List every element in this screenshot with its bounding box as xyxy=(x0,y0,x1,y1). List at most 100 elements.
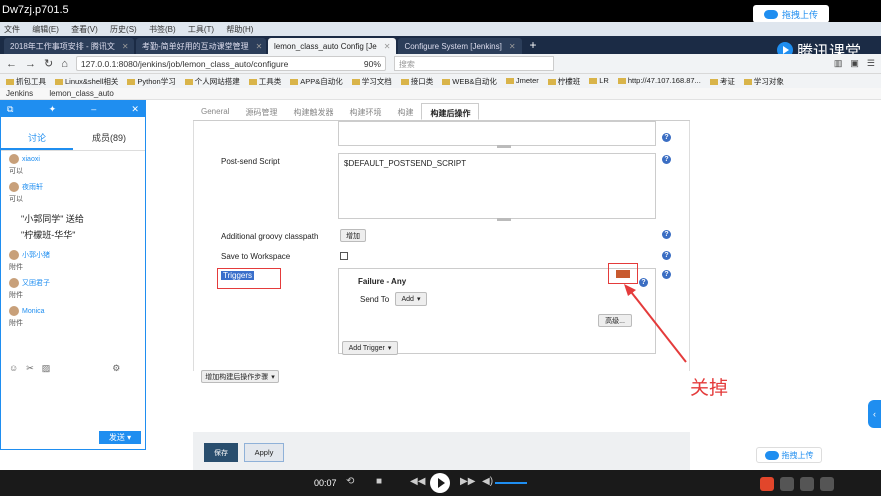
save-button[interactable]: 保存 xyxy=(204,443,238,462)
rewind-icon[interactable]: ◀◀ xyxy=(410,476,425,487)
volume-icon[interactable]: ◀) xyxy=(482,476,493,487)
tab-post-build[interactable]: 构建后操作 xyxy=(421,103,480,120)
close-icon[interactable]: ✕ xyxy=(384,42,391,51)
scissors-icon[interactable]: ✂ xyxy=(26,363,34,374)
bookmark[interactable]: 柠檬班 xyxy=(548,76,581,86)
bookmark[interactable]: 工具类 xyxy=(249,76,282,86)
expand-arrow-icon[interactable]: ‹ xyxy=(868,400,881,428)
sidebar-icon[interactable]: ▣ xyxy=(850,58,859,69)
help-icon[interactable]: ? xyxy=(662,230,671,239)
close-icon[interactable]: ✕ xyxy=(509,42,516,51)
minimize-icon[interactable]: – xyxy=(91,104,96,114)
search-input[interactable]: 搜索 xyxy=(393,56,554,71)
resize-handle[interactable] xyxy=(497,218,511,221)
bookmark[interactable]: 学习文档 xyxy=(352,76,392,86)
bookmark[interactable]: 接口类 xyxy=(401,76,434,86)
add-recipient-button[interactable]: Add ▾ xyxy=(395,292,427,306)
tab-discuss[interactable]: 讨论 xyxy=(1,125,73,150)
chat-message: 又困君子 附件 xyxy=(1,275,145,303)
mic-icon[interactable] xyxy=(780,477,794,491)
back-icon[interactable]: ← xyxy=(6,58,17,70)
breadcrumb-job[interactable]: lemon_class_auto xyxy=(49,89,113,98)
resize-handle[interactable] xyxy=(497,145,511,148)
tab-jenkins-config[interactable]: lemon_class_auto Config [Je ✕ xyxy=(268,38,397,54)
tab-attendance[interactable]: 考勤-简单好用的互动课堂管理 ✕ xyxy=(136,38,266,54)
bookmark[interactable]: 考证 xyxy=(710,76,735,86)
reload-icon[interactable]: ↻ xyxy=(44,57,53,70)
breadcrumb-jenkins[interactable]: Jenkins xyxy=(6,89,33,98)
chat-username[interactable]: 小郭小猪 xyxy=(22,250,50,260)
bookmark[interactable]: APP&自动化 xyxy=(290,76,343,86)
help-icon[interactable]: ? xyxy=(662,270,671,279)
address-bar[interactable]: 127.0.0.1:8080/jenkins/job/lemon_class_a… xyxy=(75,56,386,71)
tab-members[interactable]: 成员(89) xyxy=(73,125,145,150)
trigger-title: Failure - Any xyxy=(358,277,407,286)
upload-button[interactable]: 拖拽上传 xyxy=(753,5,829,23)
bookmark[interactable]: http://47.107.168.87... xyxy=(618,76,701,86)
bookmark[interactable]: LR xyxy=(589,76,609,86)
menu-item[interactable]: 历史(S) xyxy=(110,25,137,34)
add-trigger-button[interactable]: Add Trigger ▾ xyxy=(342,341,398,355)
add-post-build-step-button[interactable]: 增加构建后操作步骤 ▾ xyxy=(201,370,279,383)
pin-icon[interactable]: ✦ xyxy=(49,104,57,115)
menu-icon[interactable]: ☰ xyxy=(867,58,875,69)
menu-item[interactable]: 查看(V) xyxy=(71,25,98,34)
loop-icon[interactable]: ⟲ xyxy=(346,476,354,487)
ime-icon[interactable] xyxy=(760,477,774,491)
help-icon[interactable]: ? xyxy=(662,251,671,260)
emoji-icon[interactable]: ☺ xyxy=(9,363,18,374)
menu-item[interactable]: 编辑(E) xyxy=(32,25,59,34)
close-icon[interactable]: ✕ xyxy=(256,42,263,51)
menu-item[interactable]: 书签(B) xyxy=(149,25,176,34)
forward-icon[interactable]: ▶▶ xyxy=(460,476,475,487)
library-icon[interactable]: ▥ xyxy=(834,58,843,69)
bookmark[interactable]: Python学习 xyxy=(127,76,175,86)
help-icon[interactable]: ? xyxy=(662,133,671,142)
send-button[interactable]: 发送 ▾ xyxy=(99,431,141,444)
tab-build-env[interactable]: 构建环境 xyxy=(341,103,389,120)
chat-header: ⧉ ✦ – ✕ xyxy=(1,101,145,117)
close-icon[interactable]: ✕ xyxy=(131,104,139,115)
chat-username[interactable]: Monica xyxy=(22,308,45,315)
help-icon[interactable]: ? xyxy=(662,155,671,164)
avatar xyxy=(9,306,19,316)
tab-doc[interactable]: 2018年工作事项安排 - 腾讯文 ✕ xyxy=(4,38,134,54)
stop-icon[interactable]: ■ xyxy=(376,476,382,487)
upload-button-secondary[interactable]: 拖拽上传 xyxy=(756,447,822,463)
tab-build[interactable]: 构建 xyxy=(389,103,421,120)
bookmark[interactable]: WEB&自动化 xyxy=(442,76,497,86)
play-button[interactable] xyxy=(430,473,450,493)
chat-username[interactable]: xiaoxi xyxy=(22,156,40,163)
image-icon[interactable]: ▨ xyxy=(42,363,51,374)
navigation-bar: ← → ↻ ⌂ 127.0.0.1:8080/jenkins/job/lemon… xyxy=(0,54,881,74)
tab-triggers[interactable]: 构建触发器 xyxy=(285,103,341,120)
delete-trigger-button[interactable] xyxy=(616,270,630,278)
close-icon[interactable]: ✕ xyxy=(122,42,129,51)
tab-general[interactable]: General xyxy=(193,103,237,120)
previous-textarea[interactable] xyxy=(338,121,656,148)
menu-item[interactable]: 帮助(H) xyxy=(226,25,253,34)
post-send-script-field[interactable]: $DEFAULT_POSTSEND_SCRIPT xyxy=(338,153,656,221)
popout-icon[interactable]: ⧉ xyxy=(7,104,13,115)
bookmark[interactable]: 抓包工具 xyxy=(6,76,46,86)
bookmark[interactable]: 学习对象 xyxy=(744,76,784,86)
volume-slider[interactable] xyxy=(495,482,527,484)
save-workspace-checkbox[interactable] xyxy=(340,252,348,260)
home-icon[interactable]: ⌂ xyxy=(61,58,68,70)
settings-icon[interactable]: ⚙ xyxy=(112,363,120,374)
add-classpath-button[interactable]: 增加 xyxy=(340,229,366,242)
menu-item[interactable]: 文件 xyxy=(4,25,20,34)
keyboard-icon[interactable] xyxy=(800,477,814,491)
forward-icon[interactable]: → xyxy=(25,58,36,70)
bookmark[interactable]: 个人网站搭建 xyxy=(185,76,240,86)
tab-scm[interactable]: 源码管理 xyxy=(237,103,285,120)
new-tab-button[interactable]: + xyxy=(524,38,543,54)
chat-username[interactable]: 又困君子 xyxy=(22,278,50,288)
network-icon[interactable] xyxy=(820,477,834,491)
bookmark[interactable]: Linux&shell相关 xyxy=(55,76,118,86)
menu-item[interactable]: 工具(T) xyxy=(188,25,214,34)
apply-button[interactable]: Apply xyxy=(244,443,284,462)
chat-username[interactable]: 夜雨轩 xyxy=(22,182,43,192)
tab-configure-system[interactable]: Configure System [Jenkins] ✕ xyxy=(398,38,522,54)
bookmark[interactable]: Jmeter xyxy=(506,76,539,86)
